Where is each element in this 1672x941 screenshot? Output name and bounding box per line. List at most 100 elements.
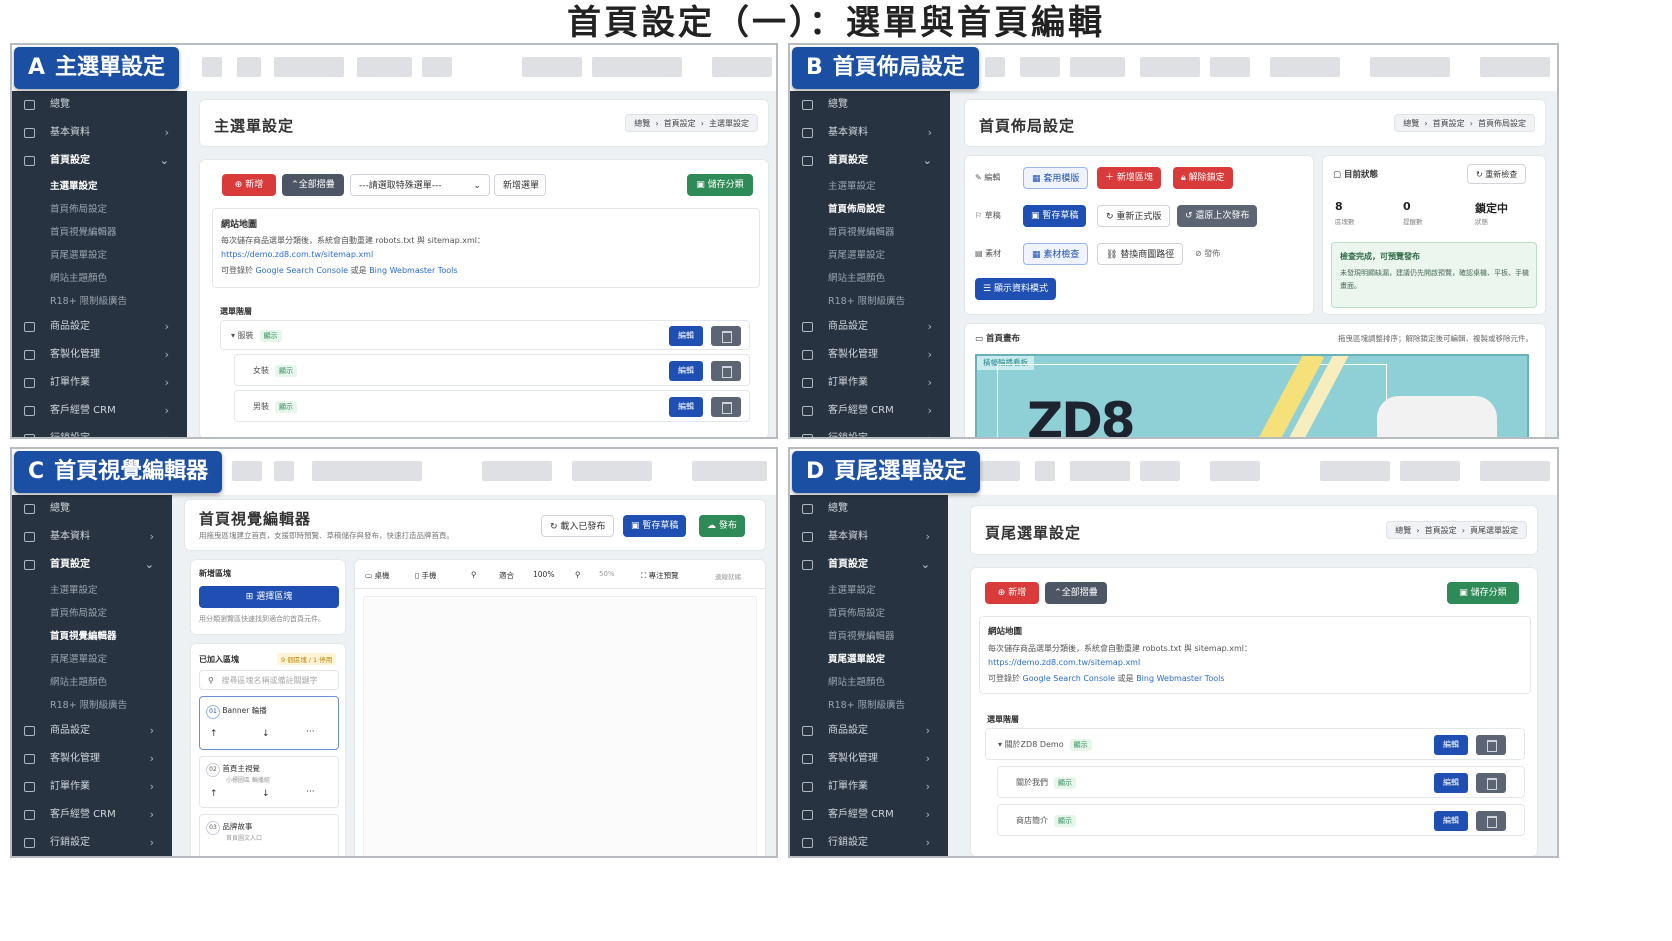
sidebar-sub-layout[interactable]: 首頁佈局設定 [790, 198, 950, 221]
sidebar-sub-layout[interactable]: 首頁佈局設定 [790, 602, 948, 625]
show-data-mode-button[interactable]: ☰ 顯示資料模式 [975, 278, 1056, 300]
edit-button[interactable]: 編輯 [669, 397, 703, 417]
sidebar-sub-theme[interactable]: 網站主題顏色 [12, 671, 172, 694]
sidebar-sub-main-menu[interactable]: 主選單設定 [790, 579, 948, 602]
delete-button[interactable] [711, 361, 741, 381]
sidebar-item-overview[interactable]: 總覽 [12, 495, 172, 523]
sidebar-item-marketing[interactable]: 行銷設定 › [12, 425, 187, 437]
sidebar-item-overview[interactable]: 總覽 [790, 91, 950, 119]
desktop-toggle[interactable]: ▭ 桌機 [365, 570, 389, 581]
edit-button[interactable]: 編輯 [1434, 811, 1468, 831]
sidebar-item-crm[interactable]: 客戶經營 CRM › [12, 801, 172, 829]
sidebar-sub-theme[interactable]: 網站主題顏色 [790, 671, 948, 694]
save-draft-button[interactable]: ▣ 暫存草稿 [623, 515, 687, 537]
collapse-all-button[interactable]: ⌃全部摺疊 [1045, 582, 1107, 604]
add-menu-button[interactable]: 新增選單 [494, 174, 546, 196]
add-block-button[interactable]: ＋ 新增區塊 [1097, 167, 1161, 189]
arrow-up-icon[interactable]: ↑ [210, 789, 218, 799]
sidebar-item-basic[interactable]: 基本資料 › [790, 523, 948, 551]
sidebar-item-product[interactable]: 商品設定 › [790, 313, 950, 341]
mobile-toggle[interactable]: ▯ 手機 [415, 570, 437, 581]
sidebar-sub-r18[interactable]: R18+ 限制級廣告 [12, 694, 172, 717]
sidebar-sub-layout[interactable]: 首頁佈局設定 [12, 198, 187, 221]
publish-button[interactable]: ⊘ 發佈 [1187, 243, 1228, 265]
unlock-button[interactable]: 🔒︎ 解除鎖定 [1173, 167, 1233, 189]
sidebar-item-custom[interactable]: 客製化管理 › [12, 745, 172, 773]
sidebar-sub-visual[interactable]: 首頁視覺編輯器 [12, 221, 187, 244]
sidebar-sub-r18[interactable]: R18+ 限制級廣告 [790, 694, 948, 717]
sidebar-item-product[interactable]: 商品設定 › [12, 717, 172, 745]
fit-button[interactable]: 適合 [499, 570, 514, 581]
sidebar-item-home[interactable]: 首頁設定 ⌄ [12, 551, 172, 579]
sidebar-item-orders[interactable]: 訂單作業 › [790, 773, 948, 801]
sidebar-sub-visual[interactable]: 首頁視覺編輯器 [790, 625, 948, 648]
sidebar-item-basic[interactable]: 基本資料 › [790, 119, 950, 147]
replace-path-button[interactable]: ⛓ 替換商圖路徑 [1097, 243, 1184, 265]
delete-button[interactable] [1476, 811, 1506, 831]
apply-template-button[interactable]: ▦ 套用模版 [1023, 167, 1089, 189]
add-button[interactable]: ⊕ 新增 [222, 174, 276, 196]
sidebar-item-overview[interactable]: 總覽 [12, 91, 187, 119]
sidebar-item-crm[interactable]: 客戶經營 CRM › [790, 397, 950, 425]
sidebar-item-orders[interactable]: 訂單作業 › [12, 773, 172, 801]
sitemap-url[interactable]: https://demo.zd8.com.tw/sitemap.xml [221, 250, 373, 259]
sidebar-sub-visual[interactable]: 首頁視覺編輯器 [12, 625, 172, 648]
sidebar-sub-visual[interactable]: 首頁視覺編輯器 [790, 221, 950, 244]
restore-last-button[interactable]: ↺ 還原上次發布 [1177, 205, 1258, 227]
choose-block-button[interactable]: ⊞ 選擇區塊 [199, 586, 339, 608]
block-item[interactable]: 02 首頁主視覺 小標圖區 輪播組 ↑ ↓ ··· [199, 756, 339, 808]
sidebar-sub-layout[interactable]: 首頁佈局設定 [12, 602, 172, 625]
delete-button[interactable] [1476, 773, 1506, 793]
sidebar-sub-footer[interactable]: 頁尾選單設定 [790, 648, 948, 671]
sidebar-item-product[interactable]: 商品設定 › [12, 313, 187, 341]
sidebar-item-marketing[interactable]: 行銷設定 › [12, 829, 172, 856]
sidebar-item-orders[interactable]: 訂單作業 › [790, 369, 950, 397]
zoom-out-icon[interactable]: ⚲ [471, 570, 477, 579]
sidebar-sub-r18[interactable]: R18+ 限制級廣告 [12, 290, 187, 313]
sidebar-item-home[interactable]: 首頁設定 ⌄ [790, 551, 948, 579]
sidebar-sub-main-menu[interactable]: 主選單設定 [12, 579, 172, 602]
block-item[interactable]: 01 Banner 輪播 ↑ ↓ ··· [199, 696, 339, 750]
save-category-button[interactable]: ▣ 儲存分類 [687, 174, 753, 196]
sidebar-item-overview[interactable]: 總覽 [790, 495, 948, 523]
preview-canvas[interactable] [363, 596, 757, 856]
more-icon[interactable]: ··· [306, 787, 315, 797]
sidebar-sub-r18[interactable]: R18+ 限制級廣告 [790, 290, 950, 313]
special-menu-select[interactable]: ---請選取特殊選單--- ⌄ [350, 174, 490, 196]
sidebar-sub-theme[interactable]: 網站主題顏色 [12, 267, 187, 290]
delete-button[interactable] [711, 397, 741, 417]
collapse-all-button[interactable]: ⌃全部摺疊 [282, 174, 344, 196]
edit-button[interactable]: 編輯 [669, 361, 703, 381]
sidebar-item-marketing[interactable]: 行銷設定 › [790, 425, 950, 437]
arrow-up-icon[interactable]: ↑ [210, 729, 218, 739]
sidebar-item-marketing[interactable]: 行銷設定 › [790, 829, 948, 856]
delete-button[interactable] [1476, 735, 1506, 755]
sidebar-item-orders[interactable]: 訂單作業 › [12, 369, 187, 397]
sitemap-url[interactable]: https://demo.zd8.com.tw/sitemap.xml [988, 658, 1140, 667]
banner-preview[interactable]: 橫幅輪播看板 ZD8 [975, 354, 1529, 437]
arrow-down-icon[interactable]: ↓ [262, 729, 270, 739]
sidebar-sub-footer[interactable]: 頁尾選單設定 [790, 244, 950, 267]
sidebar-item-custom[interactable]: 客製化管理 › [790, 341, 950, 369]
block-item[interactable]: 03 品牌故事 首頁圖文入口 [199, 814, 339, 856]
sidebar-sub-theme[interactable]: 網站主題顏色 [790, 267, 950, 290]
delete-button[interactable] [711, 326, 741, 346]
sidebar-sub-footer[interactable]: 頁尾選單設定 [12, 244, 187, 267]
block-search-input[interactable]: ⚲ 搜尋區塊名稱或備註關鍵字 [199, 670, 339, 690]
sidebar-item-crm[interactable]: 客戶經營 CRM › [12, 397, 187, 425]
sidebar-item-basic[interactable]: 基本資料 › [12, 119, 187, 147]
edit-button[interactable]: 編輯 [1434, 735, 1468, 755]
sidebar-item-custom[interactable]: 客製化管理 › [790, 745, 948, 773]
save-draft-button[interactable]: ▣ 暫存草稿 [1023, 205, 1087, 227]
recheck-button[interactable]: ↻ 重新檢查 [1467, 164, 1527, 184]
add-button[interactable]: ⊕ 新增 [985, 582, 1039, 604]
asset-check-button[interactable]: ▦ 素材檢查 [1023, 243, 1089, 265]
load-published-button[interactable]: ↻ 載入已發布 [541, 515, 615, 537]
edit-button[interactable]: 編輯 [1434, 773, 1468, 793]
sidebar-sub-main-menu[interactable]: 主選單設定 [12, 175, 187, 198]
sidebar-item-home[interactable]: 首頁設定 ⌄ [790, 147, 950, 175]
edit-button[interactable]: 編輯 [669, 326, 703, 346]
publish-button[interactable]: ☁ 發布 [699, 515, 745, 537]
sidebar-item-custom[interactable]: 客製化管理 › [12, 341, 187, 369]
sidebar-item-basic[interactable]: 基本資料 › [12, 523, 172, 551]
